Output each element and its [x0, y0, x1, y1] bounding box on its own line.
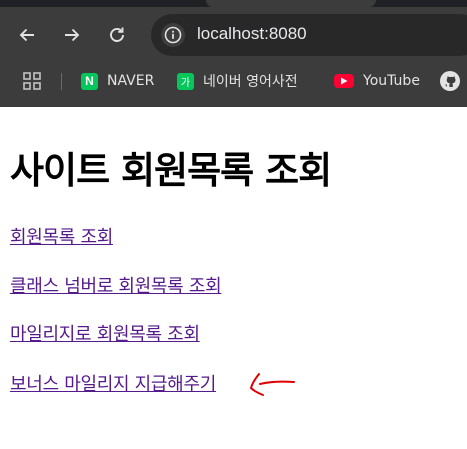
bookmark-label: YouTube: [363, 73, 420, 89]
bookmark-youtube[interactable]: YouTube: [334, 70, 420, 92]
bookmark-label: NAVER: [107, 73, 155, 89]
reload-icon: [110, 27, 124, 42]
bookmark-naver-dictionary[interactable]: 가 네이버 영어사전: [177, 70, 298, 92]
forward-button[interactable]: [58, 21, 86, 49]
bookmark-github[interactable]: [440, 70, 460, 92]
bookmarks-divider: [61, 73, 62, 90]
bookmark-naver[interactable]: N NAVER: [81, 70, 154, 92]
apps-grid-icon[interactable]: [23, 72, 41, 90]
member-list-link[interactable]: 회원목록 조회: [10, 223, 113, 249]
github-icon: [440, 71, 460, 91]
forward-arrow-icon: [65, 28, 80, 42]
browser-toolbar: localhost:8080 N NAVER 가 네이버 영어사전 YouTub…: [0, 0, 467, 107]
back-arrow-icon: [19, 28, 34, 42]
reload-button[interactable]: [103, 21, 131, 49]
page-title: 사이트 회원목록 조회: [10, 149, 332, 192]
bookmark-label: 네이버 영어사전: [203, 74, 298, 90]
member-list-by-class-link[interactable]: 클래스 넘버로 회원목록 조회: [10, 272, 222, 298]
naver-icon: N: [81, 72, 98, 90]
back-button[interactable]: [13, 21, 41, 49]
hand-drawn-arrow-icon: [249, 373, 295, 396]
site-info-icon[interactable]: [161, 23, 185, 47]
member-list-by-mileage-link[interactable]: 마일리지로 회원목록 조회: [10, 320, 200, 346]
bookmarks-bar: N NAVER 가 네이버 영어사전 YouTube: [0, 62, 467, 100]
address-bar[interactable]: localhost:8080: [151, 14, 467, 56]
active-tab[interactable]: [206, 0, 376, 7]
tab-strip: [0, 0, 467, 7]
url-text[interactable]: localhost:8080: [197, 24, 307, 44]
youtube-icon: [334, 74, 354, 88]
naver-dictionary-icon: 가: [177, 72, 194, 90]
bonus-mileage-link[interactable]: 보너스 마일리지 지급해주기: [10, 370, 216, 396]
page-content: 사이트 회원목록 조회 회원목록 조회 클래스 넘버로 회원목록 조회 마일리지…: [0, 107, 467, 449]
